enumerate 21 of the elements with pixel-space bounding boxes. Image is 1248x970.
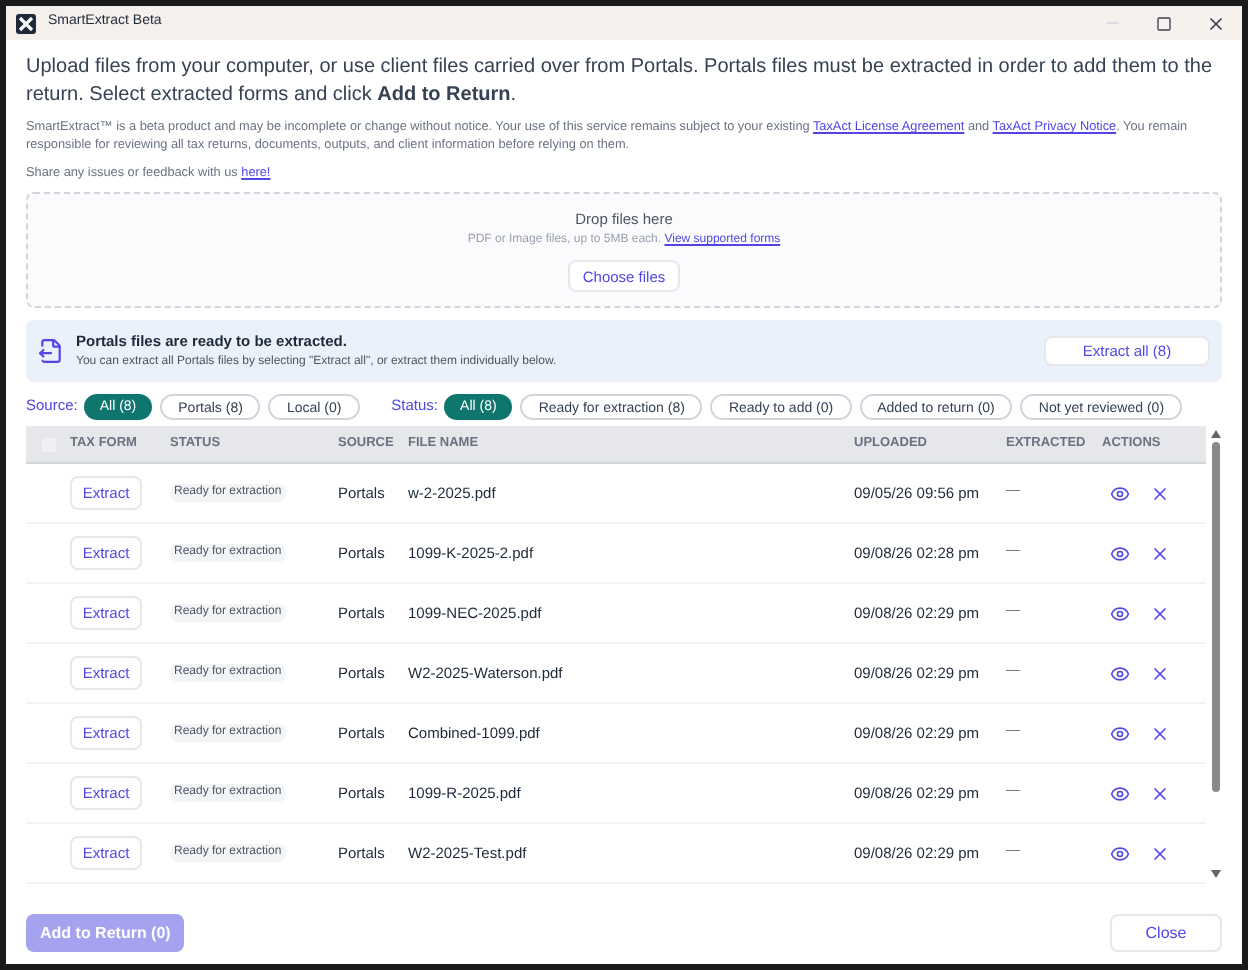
view-icon[interactable] (1110, 723, 1130, 743)
app-icon (16, 13, 36, 33)
remove-icon[interactable] (1150, 723, 1170, 743)
close-button[interactable]: Close (1110, 914, 1222, 952)
remove-icon[interactable] (1150, 603, 1170, 623)
remove-icon[interactable] (1150, 483, 1170, 503)
remove-icon[interactable] (1150, 843, 1170, 863)
view-icon[interactable] (1110, 783, 1130, 803)
close-icon (1206, 13, 1226, 33)
view-icon[interactable] (1110, 843, 1130, 863)
view-icon[interactable] (1110, 483, 1130, 503)
scrollbar[interactable] (1210, 426, 1222, 882)
remove-icon[interactable] (1150, 543, 1170, 563)
view-icon[interactable] (1110, 663, 1130, 683)
file-export-icon (38, 338, 64, 364)
remove-icon[interactable] (1150, 783, 1170, 803)
remove-icon[interactable] (1150, 663, 1170, 683)
view-icon[interactable] (1110, 603, 1130, 623)
maximize-icon (1156, 15, 1172, 31)
intro-text: Upload files from your computer, or use client files carried over from Portals. Portals files must be extracted in order to add them to the return. Select extracted forms and click Add to Return. (26, 54, 1215, 110)
view-icon[interactable] (1110, 543, 1130, 563)
